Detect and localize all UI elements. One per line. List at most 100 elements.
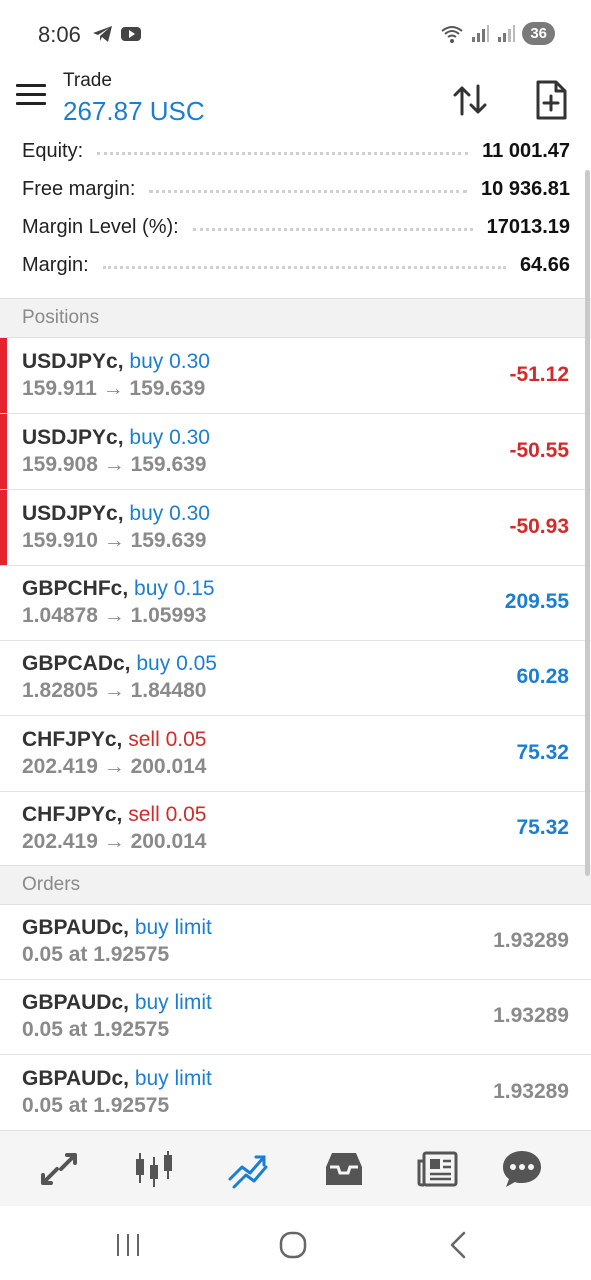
summary-value: 10 936.81 [481, 177, 570, 200]
recent-apps-icon[interactable] [108, 1230, 148, 1260]
summary-value: 17013.19 [486, 215, 570, 238]
back-icon[interactable] [440, 1230, 480, 1260]
price-range: 1.82805 → 1.84480 [22, 679, 207, 702]
order-price: 1.93289 [493, 1004, 569, 1027]
symbol: USDJPYc, [22, 426, 124, 449]
price-range: 1.04878 → 1.05993 [22, 604, 207, 627]
loss-marker [0, 490, 7, 565]
status-system-icons: 36 [440, 22, 555, 45]
price-range: 202.419 → 200.014 [22, 755, 207, 778]
news-icon[interactable] [416, 1149, 460, 1189]
positions-section-header: Positions [0, 298, 591, 338]
order-type: buy limit [134, 916, 212, 939]
sort-icon[interactable] [451, 78, 491, 122]
summary-row-margin-level: Margin Level (%): 17013.19 [22, 208, 570, 246]
order-title: GBPAUDc, buy limit [22, 916, 212, 940]
new-order-icon[interactable] [531, 78, 571, 122]
price-range: 159.911 → 159.639 [22, 377, 206, 400]
status-bar: 8:06 36 [0, 0, 591, 70]
chart-candles-icon[interactable] [132, 1149, 176, 1189]
orders-section-header: Orders [0, 865, 591, 905]
menu-icon-bar [16, 93, 46, 96]
summary-value: 11 001.47 [482, 139, 570, 162]
dotted-leader [192, 227, 473, 231]
symbol: GBPAUDc, [22, 1067, 129, 1090]
loss-marker [0, 414, 7, 489]
status-time: 8:06 [38, 22, 81, 47]
position-row[interactable]: GBPCHFc, buy 0.15 1.04878 → 1.05993 209.… [0, 565, 591, 641]
price-range: 159.910 → 159.639 [22, 529, 207, 552]
symbol: GBPCHFc, [22, 577, 129, 600]
position-row[interactable]: CHFJPYc, sell 0.05 202.419 → 200.014 75.… [0, 791, 591, 867]
summary-row-margin: Margin: 64.66 [22, 246, 570, 284]
history-inbox-icon[interactable] [322, 1149, 366, 1189]
account-summary: Equity: 11 001.47 Free margin: 10 936.81… [0, 132, 591, 298]
symbol: USDJPYc, [22, 502, 124, 525]
order-detail: 0.05 at 1.92575 [22, 1094, 170, 1117]
loss-marker [0, 338, 7, 413]
profit-value: 209.55 [504, 590, 569, 613]
order-row[interactable]: GBPAUDc, buy limit 0.05 at 1.92575 1.932… [0, 1055, 591, 1131]
position-title: GBPCADc, buy 0.05 [22, 652, 217, 676]
position-title: CHFJPYc, sell 0.05 [22, 728, 206, 752]
order-title: GBPAUDc, buy limit [22, 1067, 212, 1091]
profit-value: 75.32 [516, 816, 569, 839]
signal-icon [472, 24, 490, 42]
order-type: buy limit [134, 991, 212, 1014]
position-row[interactable]: USDJPYc, buy 0.30 159.908 → 159.639 -50.… [0, 414, 591, 490]
symbol: USDJPYc, [22, 350, 124, 373]
status-notification-icons [92, 24, 142, 44]
app-header: Trade 267.87 USC [0, 70, 591, 132]
profit-value: -50.55 [509, 439, 569, 462]
telegram-icon [93, 26, 112, 42]
scrollbar[interactable] [585, 170, 590, 876]
position-row[interactable]: USDJPYc, buy 0.30 159.911 → 159.639 -51.… [0, 338, 591, 414]
position-row[interactable]: GBPCADc, buy 0.05 1.82805 → 1.84480 60.2… [0, 640, 591, 716]
dotted-leader [149, 189, 468, 193]
section-title: Orders [22, 874, 81, 895]
position-row[interactable]: CHFJPYc, sell 0.05 202.419 → 200.014 75.… [0, 716, 591, 792]
dotted-leader [102, 265, 506, 269]
bottom-navigation [0, 1130, 591, 1206]
home-icon[interactable] [273, 1230, 313, 1260]
dotted-leader [97, 151, 469, 155]
trade-type: sell 0.05 [128, 728, 207, 751]
symbol: CHFJPYc, [22, 803, 123, 826]
symbol: CHFJPYc, [22, 728, 123, 751]
position-title: GBPCHFc, buy 0.15 [22, 577, 215, 601]
trade-trend-icon[interactable] [226, 1149, 270, 1189]
balance-value: 267.87 USC [63, 96, 205, 126]
summary-label: Free margin: [22, 177, 136, 200]
position-row[interactable]: USDJPYc, buy 0.30 159.910 → 159.639 -50.… [0, 490, 591, 566]
messages-icon[interactable] [500, 1149, 544, 1189]
position-title: USDJPYc, buy 0.30 [22, 502, 210, 526]
menu-button[interactable] [16, 84, 46, 112]
profit-value: 75.32 [516, 741, 569, 764]
symbol: GBPAUDc, [22, 991, 129, 1014]
symbol: GBPAUDc, [22, 916, 129, 939]
trade-type: buy 0.15 [134, 577, 215, 600]
summary-row-equity: Equity: 11 001.47 [22, 132, 570, 170]
signal-icon-2 [498, 24, 516, 42]
position-title: USDJPYc, buy 0.30 [22, 426, 210, 450]
order-detail: 0.05 at 1.92575 [22, 1018, 170, 1041]
symbol: GBPCADc, [22, 652, 131, 675]
order-title: GBPAUDc, buy limit [22, 991, 212, 1015]
profit-value: -51.12 [509, 363, 569, 386]
page-title: Trade [63, 70, 112, 91]
order-row[interactable]: GBPAUDc, buy limit 0.05 at 1.92575 1.932… [0, 904, 591, 980]
trade-type: sell 0.05 [128, 803, 207, 826]
trade-type: buy 0.30 [129, 350, 210, 373]
battery-indicator: 36 [522, 22, 555, 45]
order-price: 1.93289 [493, 1080, 569, 1103]
menu-icon-bar [16, 84, 46, 87]
youtube-icon [121, 27, 141, 41]
trade-type: buy 0.30 [129, 502, 210, 525]
quotes-arrows-icon[interactable] [37, 1149, 81, 1189]
order-type: buy limit [134, 1067, 212, 1090]
position-title: CHFJPYc, sell 0.05 [22, 803, 206, 827]
wifi-icon [441, 25, 463, 43]
profit-value: 60.28 [516, 665, 569, 688]
system-navigation-bar [0, 1206, 591, 1280]
order-row[interactable]: GBPAUDc, buy limit 0.05 at 1.92575 1.932… [0, 979, 591, 1055]
